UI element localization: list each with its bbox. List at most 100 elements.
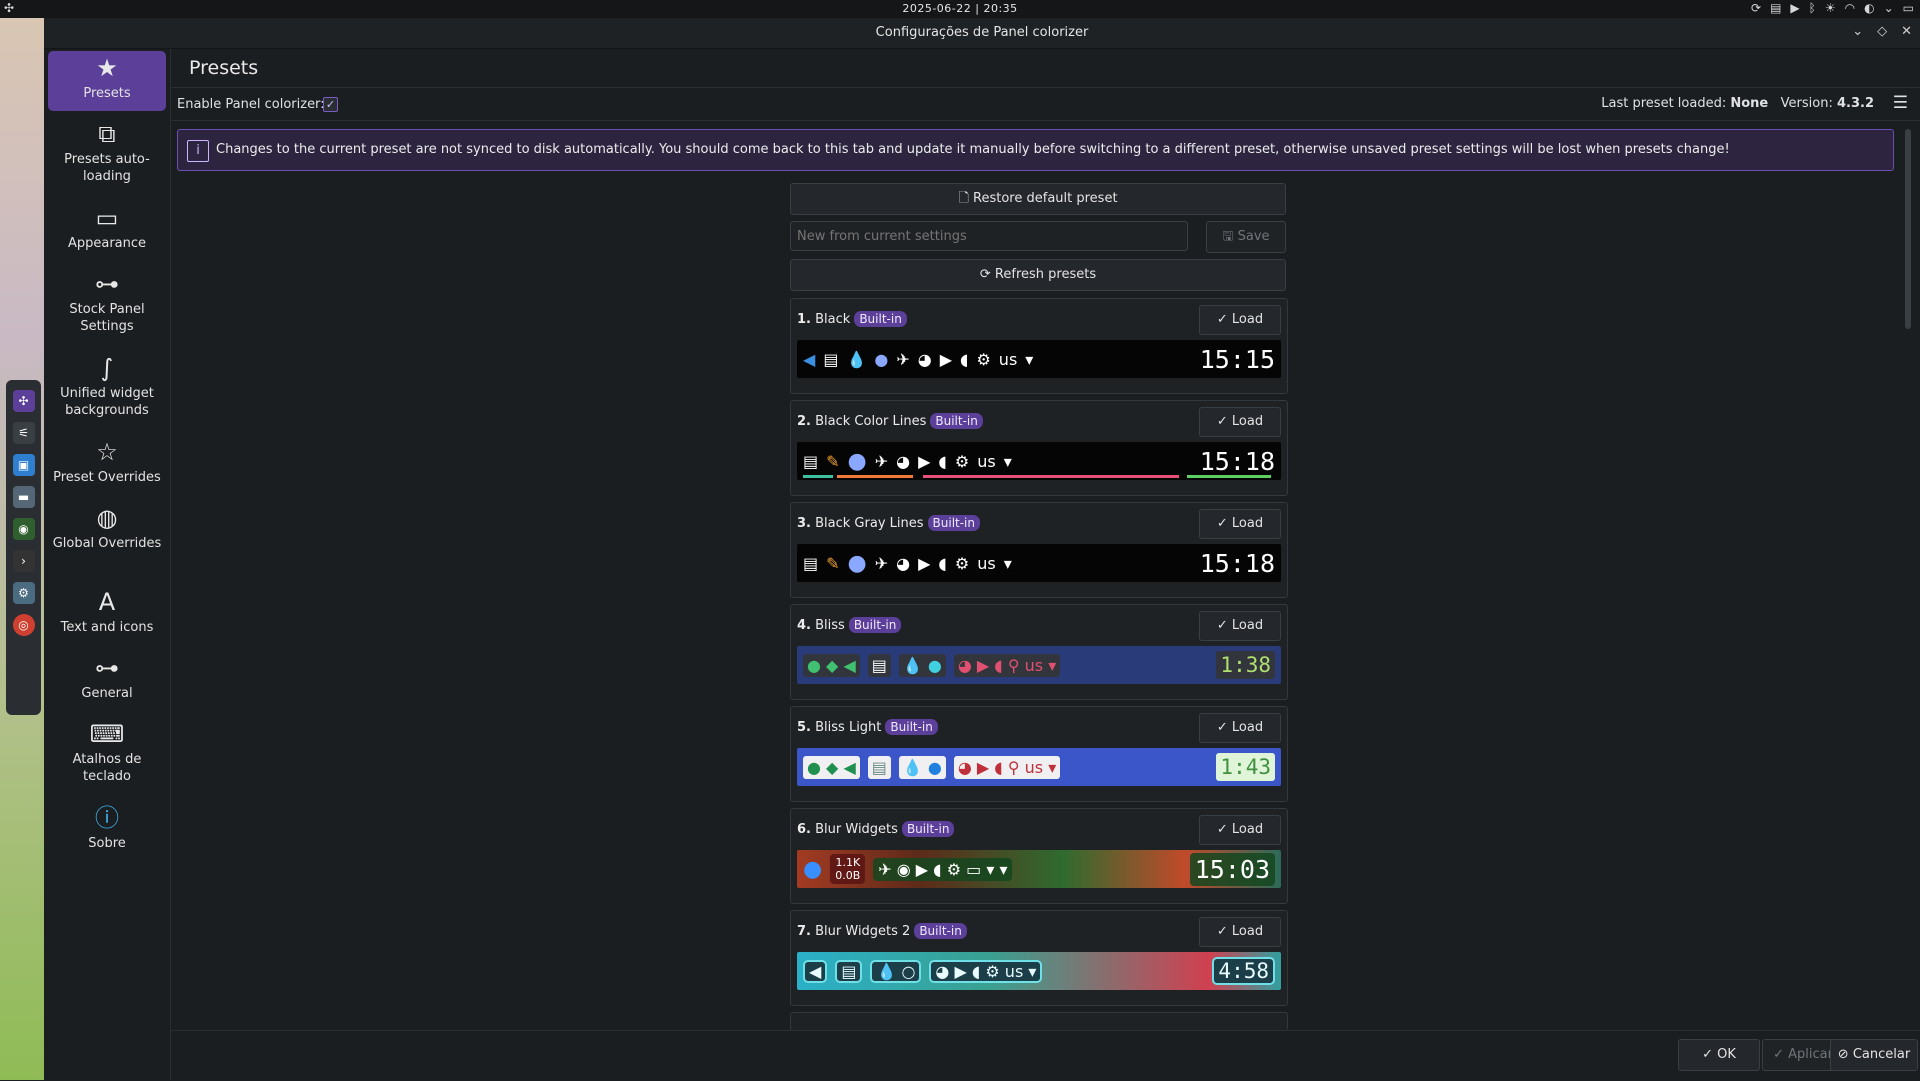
tray-segment: ◕ ▶ ◖ ⚲ us ▾ (953, 653, 1061, 677)
play-window-icon: ⧉ (98, 120, 116, 148)
load-label: Load (1231, 414, 1264, 429)
keyboard-layout: us (977, 553, 996, 573)
load-preset-button[interactable]: ✓ Load (1199, 407, 1281, 437)
vscode-icon: ◀ (803, 959, 828, 983)
info-banner-text: Changes to the current preset are not sy… (216, 142, 1730, 157)
preset-preview: ▤ ✎ ● ✈ ◕ ▶ ◖ ⚙ us ▾ 15:18 (797, 442, 1281, 480)
preset-index: 3. (797, 516, 811, 531)
panel-icon: ▭ (95, 204, 119, 232)
clipboard-icon[interactable]: ▤ (1770, 1, 1781, 15)
page-header: Presets (171, 49, 1920, 88)
ok-button[interactable]: ✓ OK (1678, 1039, 1760, 1071)
ok-label: OK (1717, 1047, 1736, 1062)
preset-preview: ▤ ✎ ● ✈ ◕ ▶ ◖ ⚙ us ▾ 15:18 (797, 544, 1281, 582)
tray-segment: ✈ ◉ ▶ ◖ ⚙ ▭ ▾ ▾ (873, 857, 1013, 881)
cancel-button[interactable]: ⊘ Cancelar (1830, 1039, 1918, 1071)
dock-files-icon[interactable]: ▬ (12, 486, 35, 508)
keyboard-layout: us (1024, 655, 1044, 675)
restore-label: Restore default preset (973, 191, 1118, 206)
volume-icon[interactable]: ◐ (1864, 1, 1874, 15)
load-preset-button[interactable]: ✓ Load (1199, 611, 1281, 641)
preset-preview: ◀ ▤ 💧 ○ ◕ ▶ ◖ ⚙ us ▾ 4:58 (797, 952, 1281, 990)
load-preset-button[interactable]: ✓ Load (1199, 305, 1281, 335)
preset-card: 5. Bliss Light Built-in ✓ Load ● ◆ ◀ ▤ 💧 … (790, 706, 1288, 802)
dashboard-icon: ▤ (823, 349, 839, 369)
volume-icon: ◖ (938, 553, 947, 573)
slider-icon: ⊶ (95, 270, 119, 298)
preset-card: 4. Bliss Built-in ✓ Load ● ◆ ◀ ▤ 💧 ● ◕ ▶ … (790, 604, 1288, 700)
sidebar-item-general[interactable]: ⊶ General (48, 653, 166, 702)
builtin-badge: Built-in (901, 821, 955, 837)
last-preset-value: None (1730, 96, 1769, 111)
system-clock[interactable]: 2025-06-22 | 20:35 (0, 2, 1920, 15)
refresh-icon[interactable]: ⟳ (1751, 1, 1761, 15)
hamburger-menu-icon[interactable]: ☰ (1893, 93, 1908, 113)
chevron-down-icon[interactable]: ⌄ (1884, 1, 1894, 15)
dock-store-icon[interactable]: ▣ (12, 454, 35, 476)
restore-default-preset-button[interactable]: 🗋 Restore default preset (790, 183, 1286, 215)
preset-name: Black Color Lines (815, 414, 927, 429)
settings-sidebar: ★ Presets ⧉ Presets auto-loading ▭ Appea… (44, 49, 171, 1080)
refresh-presets-button[interactable]: ⟳ Refresh presets (790, 259, 1286, 291)
load-label: Load (1231, 312, 1264, 327)
preset-index: 1. (797, 312, 811, 327)
sidebar-item-presets[interactable]: ★ Presets (48, 51, 166, 111)
sidebar-item-label: Appearance (67, 236, 147, 251)
load-preset-button[interactable]: ✓ Load (1199, 713, 1281, 743)
dock-terminal-icon[interactable]: › (12, 550, 35, 572)
load-preset-button[interactable]: ✓ Load (1199, 509, 1281, 539)
sidebar-item-stock-panel-settings[interactable]: ⊶ Stock Panel Settings (48, 269, 166, 335)
load-preset-button[interactable]: ✓ Load (1199, 917, 1281, 947)
curve-icon: ∫ (100, 354, 114, 382)
dock-settings-icon[interactable]: ⚟ (12, 422, 35, 444)
dock-config-icon[interactable]: ⚙ (12, 582, 35, 604)
preset-card-partial (790, 1012, 1288, 1031)
preset-card: 1. Black Built-in ✓ Load ◀ ▤ 💧 ● ✈ ◕ ▶ ◖ … (790, 298, 1288, 394)
tray-segment: ◕ ▶ ◖ ⚙ us ▾ (929, 959, 1043, 983)
dock-launcher-icon[interactable]: ✣ (12, 390, 35, 412)
color-line (1187, 475, 1271, 478)
play-icon: ▶ (918, 553, 931, 573)
globe-icon: ◍ (96, 504, 118, 532)
media-icon[interactable]: ▶ (1790, 1, 1799, 15)
sidebar-item-atalhos-de-teclado[interactable]: ⌨ Atalhos de teclado (48, 719, 166, 785)
preset-card: 6. Blur Widgets Built-in ✓ Load ● 1.1K 0.0… (790, 808, 1288, 904)
builtin-badge: Built-in (885, 719, 938, 735)
load-label: Load (1231, 720, 1264, 735)
bluetooth-icon[interactable]: ᛒ (1809, 1, 1816, 15)
sidebar-item-label: Atalhos de teclado (72, 752, 142, 784)
preview-clock: 15:03 (1189, 852, 1275, 886)
window-title: Configurações de Panel colorizer (875, 25, 1089, 40)
close-icon[interactable]: ✕ (1901, 24, 1912, 39)
brush-icon: ✎ (826, 553, 840, 573)
new-preset-input[interactable] (790, 221, 1188, 251)
maximize-icon[interactable]: ◇ (1877, 24, 1887, 39)
sidebar-item-presets-auto-loading[interactable]: ⧉ Presets auto-loading (48, 119, 166, 185)
sidebar-item-appearance[interactable]: ▭ Appearance (48, 203, 166, 252)
load-preset-button[interactable]: ✓ Load (1199, 815, 1281, 845)
wifi-icon[interactable]: ◠ (1845, 1, 1855, 15)
sidebar-item-preset-overrides[interactable]: ☆ Preset Overrides (48, 437, 166, 486)
load-label: Load (1231, 516, 1264, 531)
enable-checkbox[interactable]: ✓ (323, 97, 338, 112)
sidebar-item-label: Unified widget backgrounds (60, 386, 154, 418)
load-label: Load (1231, 618, 1264, 633)
preset-preview: ● ◆ ◀ ▤ 💧 ● ◕ ▶ ◖ ⚲ us ▾ 1:38 (797, 646, 1281, 684)
sidebar-item-sobre[interactable]: ⓘ Sobre (48, 803, 166, 852)
save-button[interactable]: 🖫 Save (1206, 221, 1286, 253)
scrollbar[interactable] (1905, 129, 1911, 329)
sidebar-item-label: Text and icons (60, 620, 154, 635)
minimize-icon[interactable]: ⌄ (1852, 24, 1863, 39)
dock-chrome-icon[interactable]: ◎ (12, 614, 35, 636)
window-titlebar: Configurações de Panel colorizer ⌄ ◇ ✕ (44, 18, 1920, 49)
preset-card: 3. Black Gray Lines Built-in ✓ Load ▤ ✎ ●… (790, 502, 1288, 598)
sidebar-item-text-and-icons[interactable]: A Text and icons (48, 587, 166, 636)
desktop-icon[interactable]: ▭ (1903, 1, 1914, 15)
sidebar-item-global-overrides[interactable]: ◍ Global Overrides (48, 503, 166, 552)
dock-palette-icon[interactable]: ◉ (12, 518, 35, 540)
sidebar-item-label: General (81, 686, 133, 701)
sidebar-item-label: Global Overrides (52, 536, 162, 551)
brightness-icon[interactable]: ☀ (1825, 1, 1836, 15)
sidebar-item-unified-widget-backgrounds[interactable]: ∫ Unified widget backgrounds (48, 353, 166, 419)
sidebar-item-label: Presets auto-loading (64, 152, 150, 184)
